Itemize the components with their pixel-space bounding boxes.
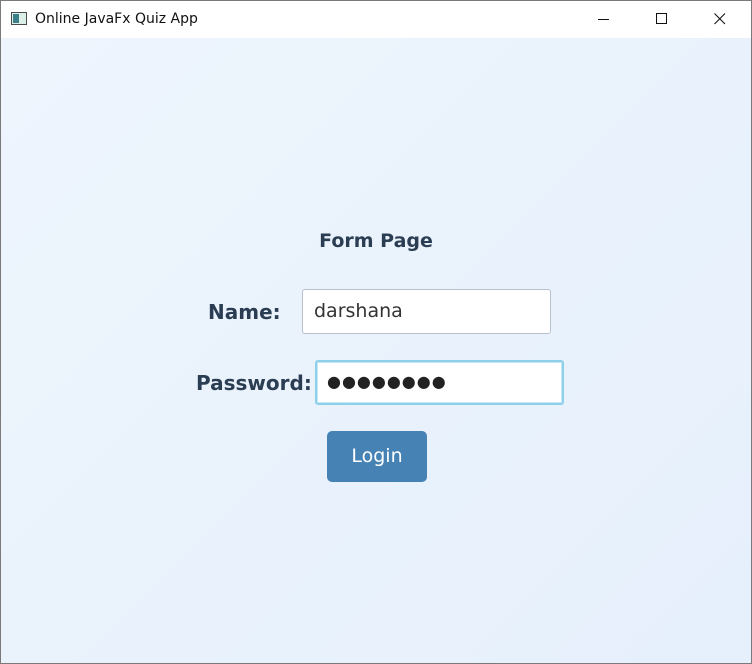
app-window: Online JavaFx Quiz App Form Page Name: d… [0,0,752,664]
minimize-button[interactable] [575,1,633,38]
maximize-button[interactable] [633,1,691,38]
maximize-icon [656,13,667,24]
name-input[interactable]: darshana [302,289,551,334]
password-input[interactable]: ●●●●●●●● [315,360,564,405]
login-button[interactable]: Login [327,431,427,482]
form-title: Form Page [319,230,433,252]
app-icon [11,12,27,25]
form-page: Form Page Name: darshana Password: ●●●●●… [1,38,751,663]
minimize-icon [598,19,609,20]
close-button[interactable] [691,1,749,38]
password-label: Password: [196,371,312,395]
close-icon [714,13,726,25]
title-bar[interactable]: Online JavaFx Quiz App [1,1,751,38]
window-title: Online JavaFx Quiz App [35,11,198,27]
name-label: Name: [208,300,281,324]
